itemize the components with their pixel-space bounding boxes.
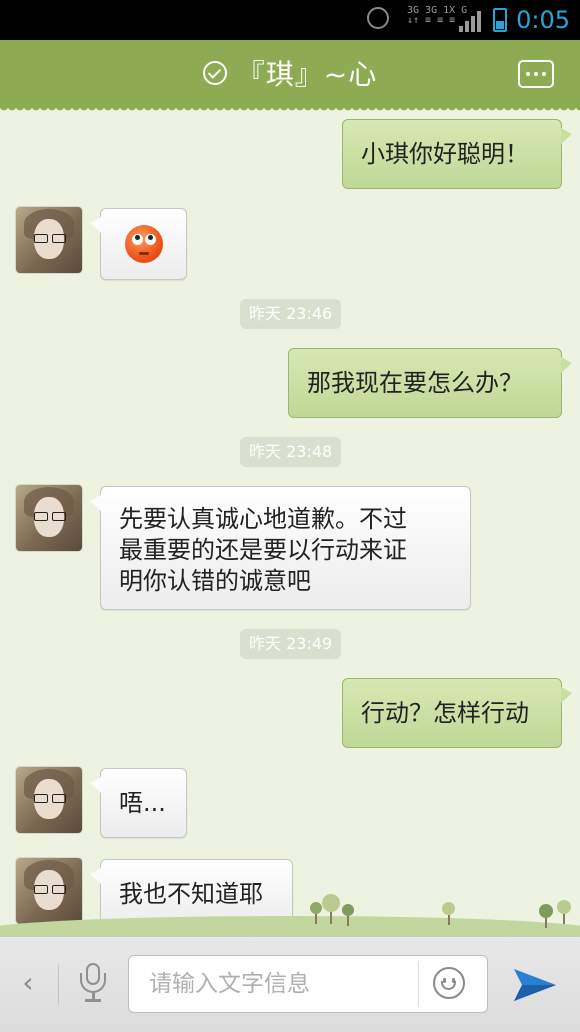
incoming-message-bubble[interactable]: 唔...: [90, 768, 187, 838]
more-dots-icon: [526, 72, 530, 76]
battery-icon: [493, 8, 507, 32]
timestamp: 昨天 23:48: [240, 437, 342, 467]
avatar-glasses: [34, 512, 66, 521]
timestamp: 昨天 23:49: [240, 629, 342, 659]
tree-trunk: [315, 914, 317, 924]
status-time: 0:05: [516, 6, 570, 34]
incoming-message-bubble[interactable]: [90, 208, 187, 280]
message-text: 行动？怎样行动: [361, 698, 529, 727]
tree-top: [342, 904, 354, 916]
alarm-icon: [367, 7, 389, 29]
tree-trunk: [448, 915, 450, 925]
incoming-message-bubble[interactable]: 先要认真诚心地道歉。不过 最重要的还是要以行动来证 明你认错的诚意吧: [90, 486, 471, 610]
chevron-left-icon[interactable]: ‹: [18, 967, 38, 999]
tree-top: [310, 902, 322, 914]
tree-top: [557, 900, 571, 914]
input-bar: ‹: [0, 936, 580, 1032]
emoji-eye: [144, 234, 156, 245]
chat-header: 『琪』~心: [0, 40, 580, 112]
mic-base: [85, 999, 101, 1002]
message-text: 那我现在要怎么办？: [307, 368, 523, 397]
outgoing-message-bubble[interactable]: 行动？怎样行动: [342, 678, 572, 748]
tree-trunk: [330, 912, 332, 924]
title-wrap: 『琪』~心: [0, 40, 580, 106]
network-line-2: ↓↑ ≡ ≡ ≡: [407, 15, 456, 26]
divider: [58, 965, 59, 1005]
chat-thread[interactable]: 小琪你好聪明！ 昨天 23:46 那我现在要怎么办？ 昨天 23:48 先要认真…: [0, 106, 580, 936]
rolling-eyes-emoji-icon: [124, 225, 163, 263]
background-scenery: [0, 888, 580, 946]
avatar[interactable]: [16, 207, 82, 273]
microphone-icon[interactable]: [78, 963, 108, 1003]
avatar-glasses: [34, 234, 66, 243]
avatar[interactable]: [16, 767, 82, 833]
tree-top: [322, 894, 340, 912]
outgoing-message-bubble[interactable]: 那我现在要怎么办？: [288, 348, 572, 418]
emoji-eye: [131, 234, 143, 245]
message-text: 小琪你好聪明！: [361, 139, 529, 168]
emoji-mouth: [138, 252, 149, 255]
tree-trunk: [563, 914, 565, 924]
signal-icon: [459, 10, 485, 32]
check-circle-icon: [202, 61, 227, 85]
message-line: 明你认错的诚意吧: [119, 567, 311, 595]
mic-arc: [80, 973, 106, 993]
tree-top: [442, 902, 455, 915]
message-line: 最重要的还是要以行动来证: [119, 536, 407, 564]
message-text: 唔...: [119, 788, 166, 817]
avatar[interactable]: [16, 485, 82, 551]
smiley-mouth: [441, 981, 456, 990]
more-dot: [534, 72, 538, 76]
tree-trunk: [347, 916, 349, 926]
more-dot: [542, 72, 546, 76]
page-title: 『琪』~心: [236, 58, 378, 91]
outgoing-message-bubble[interactable]: 小琪你好聪明！: [342, 119, 572, 189]
timestamp: 昨天 23:46: [240, 299, 342, 329]
avatar-glasses: [34, 794, 66, 803]
input-divider: [418, 961, 419, 1007]
more-options-button[interactable]: [518, 60, 554, 88]
send-arrow-icon[interactable]: [512, 965, 558, 1005]
tree-top: [539, 904, 553, 918]
message-line: 先要认真诚心地道歉。不过: [119, 505, 407, 533]
status-bar: 3G 3G 1X G ↓↑ ≡ ≡ ≡ 0:05: [0, 0, 580, 40]
tree-trunk: [545, 918, 547, 928]
smiley-icon[interactable]: [433, 967, 465, 999]
